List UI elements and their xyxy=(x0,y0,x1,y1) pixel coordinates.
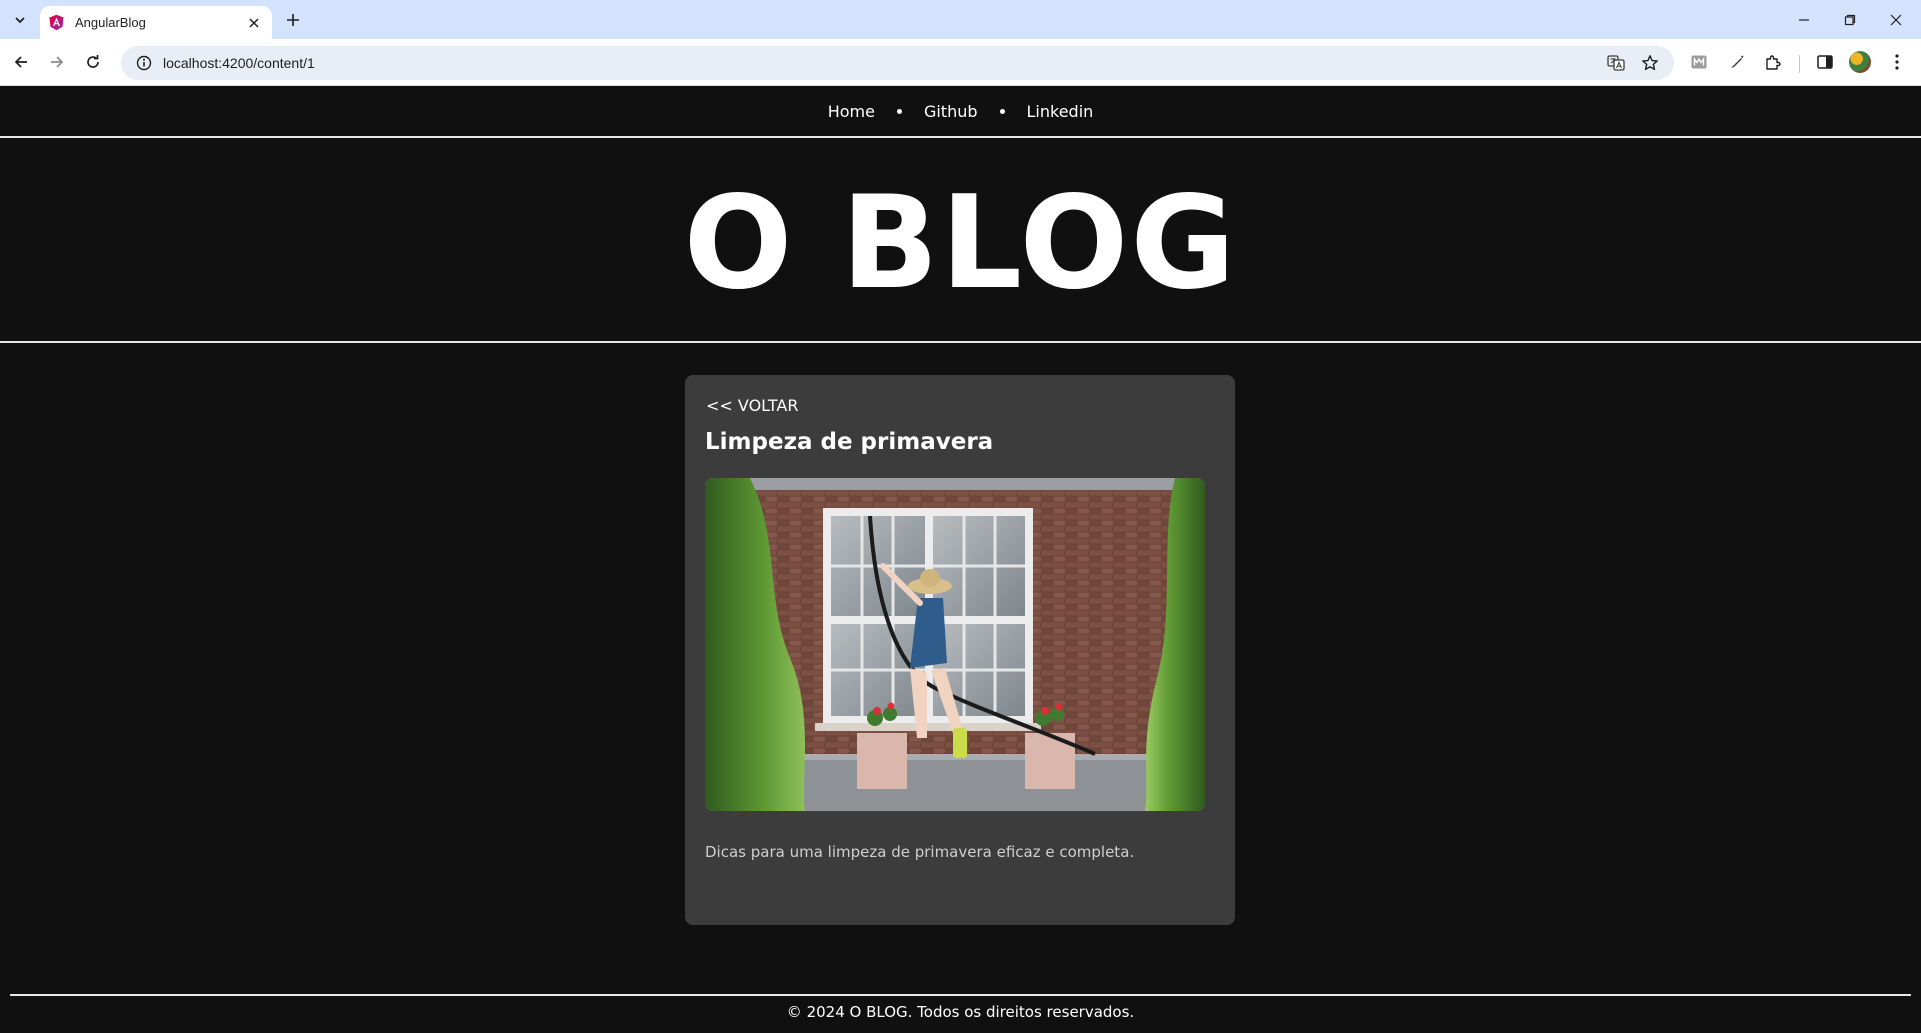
site-header: O BLOG xyxy=(0,140,1921,343)
bookmark-star-icon[interactable] xyxy=(1635,46,1665,80)
address-bar[interactable]: localhost:4200/content/1 xyxy=(121,46,1674,80)
site-info-icon[interactable] xyxy=(127,55,161,71)
minimize-button[interactable] xyxy=(1789,5,1819,35)
browser-tab-strip: AngularBlog xyxy=(0,0,1921,39)
close-window-button[interactable] xyxy=(1881,5,1911,35)
extensions-button[interactable] xyxy=(1759,48,1787,76)
profile-avatar[interactable] xyxy=(1849,51,1871,73)
nav-separator xyxy=(896,108,902,114)
nav-link-home[interactable]: Home xyxy=(828,102,875,121)
pen-icon xyxy=(1731,55,1744,68)
tab-search-button[interactable] xyxy=(8,8,32,32)
post-description: Dicas para uma limpeza de primavera efic… xyxy=(705,843,1135,861)
restore-icon xyxy=(1844,14,1856,26)
minimize-icon xyxy=(1799,19,1809,21)
nav-link-linkedin[interactable]: Linkedin xyxy=(1027,102,1094,121)
nav-separator xyxy=(999,108,1005,114)
chevron-down-icon xyxy=(15,17,25,24)
web-page: Home Github Linkedin O BLOG << VOLTAR Li… xyxy=(0,86,1921,1033)
new-tab-button[interactable] xyxy=(281,8,305,32)
extension-m-button[interactable] xyxy=(1685,48,1713,76)
toolbar-divider xyxy=(1799,55,1800,73)
site-navigation: Home Github Linkedin xyxy=(0,86,1921,138)
site-brand-title: O BLOG xyxy=(683,168,1238,318)
extension-pen-button[interactable] xyxy=(1723,48,1751,76)
tab-title: AngularBlog xyxy=(75,15,146,30)
restore-button[interactable] xyxy=(1835,5,1865,35)
angular-logo-icon xyxy=(48,14,65,31)
translate-icon[interactable] xyxy=(1601,46,1631,80)
forward-button[interactable] xyxy=(43,48,71,76)
puzzle-icon xyxy=(1766,55,1781,70)
reload-button[interactable] xyxy=(79,48,107,76)
back-button[interactable] xyxy=(7,48,35,76)
close-icon xyxy=(1890,14,1902,26)
arrow-left-icon xyxy=(14,56,27,68)
url-text: localhost:4200/content/1 xyxy=(163,55,315,71)
more-vertical-icon xyxy=(1895,54,1899,70)
site-footer: © 2024 O BLOG. Todos os direitos reserva… xyxy=(786,1003,1135,1021)
footer-divider xyxy=(10,994,1911,996)
post-image xyxy=(705,478,1205,811)
arrow-right-icon xyxy=(51,56,64,68)
extension-m-icon xyxy=(1691,55,1707,69)
side-panel-button[interactable] xyxy=(1811,48,1839,76)
post-card: << VOLTAR Limpeza de primavera Dicas par… xyxy=(685,375,1235,925)
close-tab-icon[interactable] xyxy=(244,13,264,33)
plus-icon xyxy=(287,14,299,26)
back-link[interactable]: << VOLTAR xyxy=(706,396,798,415)
browser-toolbar: localhost:4200/content/1 xyxy=(0,39,1921,86)
post-title: Limpeza de primavera xyxy=(705,429,994,455)
browser-tab-active[interactable]: AngularBlog xyxy=(40,6,272,39)
nav-link-github[interactable]: Github xyxy=(924,102,978,121)
reload-icon xyxy=(87,55,99,68)
browser-menu-button[interactable] xyxy=(1883,48,1911,76)
side-panel-icon xyxy=(1817,55,1833,69)
